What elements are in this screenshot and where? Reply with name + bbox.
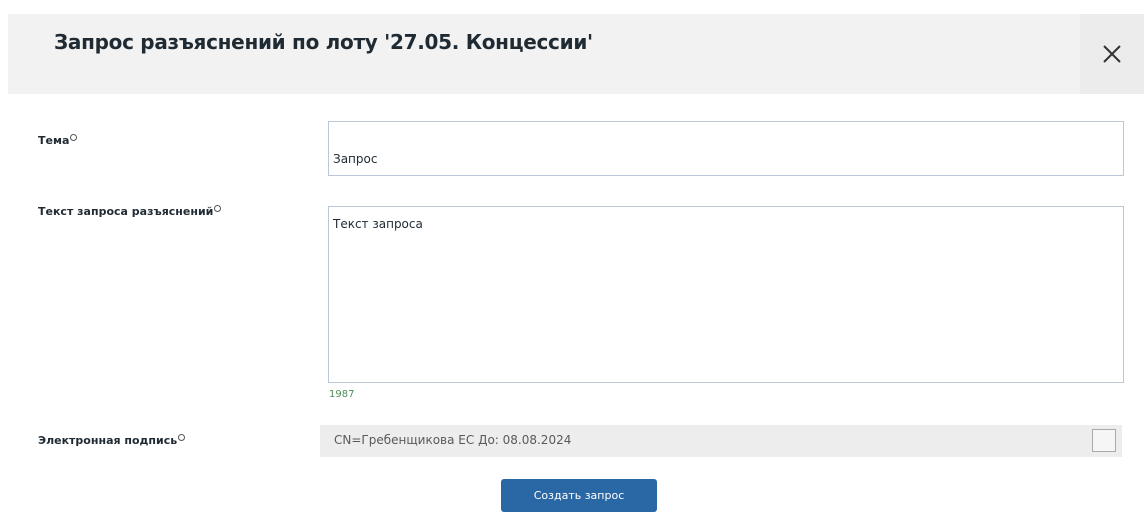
signature-select[interactable]: CN=Гребенщикова ЕС До: 08.08.2024 xyxy=(320,425,1122,457)
close-button[interactable] xyxy=(1080,14,1144,94)
signature-value: CN=Гребенщикова ЕС До: 08.08.2024 xyxy=(334,433,572,447)
signature-checkbox[interactable] xyxy=(1092,429,1116,452)
signature-label-text: Электронная подпись xyxy=(38,434,178,447)
required-marker-icon xyxy=(214,205,222,212)
request-text-textarea[interactable]: Текст запроса xyxy=(328,206,1124,383)
topic-label-text: Тема xyxy=(38,134,70,147)
request-text-label-text: Текст запроса разъяснений xyxy=(38,205,214,218)
topic-input[interactable] xyxy=(328,121,1124,176)
char-counter: 1987 xyxy=(329,389,355,400)
dialog-title: Запрос разъяснений по лоту '27.05. Конце… xyxy=(54,30,593,54)
required-marker-icon xyxy=(70,134,78,141)
topic-label: Тема xyxy=(38,134,78,147)
signature-label: Электронная подпись xyxy=(38,434,186,447)
close-icon xyxy=(1103,45,1121,63)
create-request-button[interactable]: Создать запрос xyxy=(501,479,657,512)
request-text-label: Текст запроса разъяснений xyxy=(38,205,222,218)
dialog-header xyxy=(8,14,1144,94)
required-marker-icon xyxy=(178,434,186,441)
clarification-request-dialog: Запрос разъяснений по лоту '27.05. Конце… xyxy=(0,0,1144,512)
